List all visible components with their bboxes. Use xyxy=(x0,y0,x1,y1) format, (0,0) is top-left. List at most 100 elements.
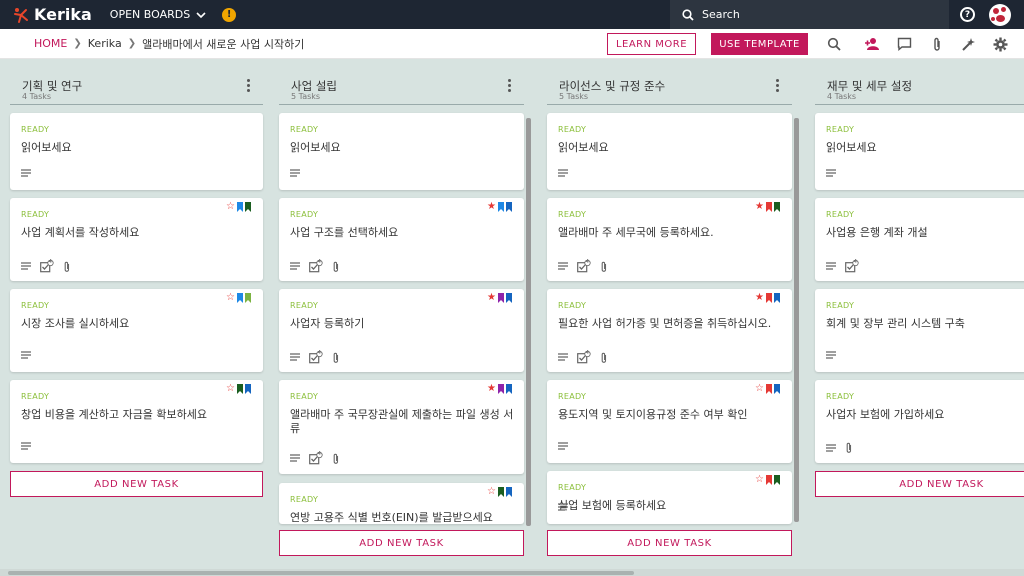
more-vertical-icon[interactable] xyxy=(508,79,512,94)
breadcrumb-home[interactable]: HOME xyxy=(34,37,67,50)
tag-bookmark-icon xyxy=(237,293,243,303)
board-header: HOME ❯ Kerika ❯ 앨라배마에서 새로운 사업 시작하기 LEARN… xyxy=(0,29,1024,59)
column-scrollbar[interactable] xyxy=(794,118,799,522)
star-outline-icon[interactable]: ☆ xyxy=(755,384,764,394)
task-card[interactable]: READY 용도지역 및 토지이용규정 준수 여부 확인 ☆ xyxy=(547,380,792,463)
open-boards-menu[interactable]: OPEN BOARDS xyxy=(110,8,206,21)
card-status: READY xyxy=(558,125,587,134)
task-card[interactable]: READY 사업용 은행 계좌 개설 4 xyxy=(815,198,1024,281)
column-header: 기획 및 연구 4 Tasks xyxy=(10,59,263,105)
column-scrollbar[interactable] xyxy=(526,118,531,526)
card-status: READY xyxy=(558,210,587,219)
card-title: 회계 및 장부 관리 시스템 구축 xyxy=(826,317,965,330)
learn-more-button[interactable]: LEARN MORE xyxy=(607,33,696,55)
star-outline-icon[interactable]: ☆ xyxy=(226,293,235,303)
breadcrumb: HOME ❯ Kerika ❯ 앨라배마에서 새로운 사업 시작하기 xyxy=(34,36,304,52)
card-title: 읽어보세요 xyxy=(558,141,609,154)
search-icon[interactable] xyxy=(826,36,842,52)
tag-bookmark-icon xyxy=(774,293,780,303)
task-card[interactable]: READY 사업자 등록하기 ★ 4 xyxy=(279,289,524,372)
card-indicators xyxy=(558,169,577,178)
star-filled-icon[interactable]: ★ xyxy=(487,384,496,394)
task-card[interactable]: READY 사업 계획서를 작성하세요 ☆ 4 xyxy=(10,198,263,281)
gear-icon[interactable] xyxy=(992,36,1008,52)
add-new-task-button[interactable]: ADD NEW TASK xyxy=(279,530,524,556)
task-card[interactable]: READY 읽어보세요 xyxy=(547,113,792,190)
star-outline-icon[interactable]: ☆ xyxy=(226,202,235,212)
card-indicators: 4 xyxy=(290,259,349,273)
task-card[interactable]: READY 시장 조사를 실시하세요 ☆ xyxy=(10,289,263,372)
help-icon[interactable]: ? xyxy=(960,7,975,22)
attachment-icon xyxy=(332,261,340,273)
add-new-task-button[interactable]: ADD NEW TASK xyxy=(10,471,263,497)
task-card[interactable]: READY 사업 구조를 선택하세요 ★ 4 xyxy=(279,198,524,281)
task-card[interactable]: READY 회계 및 장부 관리 시스템 구축 xyxy=(815,289,1024,372)
task-card[interactable]: READY 읽어보세요 xyxy=(815,113,1024,190)
task-card[interactable]: READY 읽어보세요 xyxy=(10,113,263,190)
card-indicators: 4 xyxy=(290,350,349,364)
card-status: READY xyxy=(290,210,319,219)
star-filled-icon[interactable]: ★ xyxy=(755,202,764,212)
card-title: 실업 보험에 등록하세요 xyxy=(558,499,667,512)
task-card[interactable]: READY 필요한 사업 허가증 및 면허증을 취득하십시오. ★ 4 xyxy=(547,289,792,372)
search-input[interactable]: Search xyxy=(670,0,949,29)
task-card[interactable]: READY 앨라배마 주 국무장관실에 제출하는 파일 생성 서류 ★ 4 xyxy=(279,380,524,474)
task-card[interactable]: READY 읽어보세요 xyxy=(279,113,524,190)
column: 라이선스 및 규정 준수 5 Tasks xyxy=(547,59,792,105)
add-user-icon[interactable] xyxy=(864,36,880,52)
checklist-icon: 4 xyxy=(577,259,591,273)
description-icon xyxy=(558,262,568,271)
card-status: READY xyxy=(826,301,855,310)
star-filled-icon[interactable]: ★ xyxy=(487,202,496,212)
task-count: 4 Tasks xyxy=(827,92,857,101)
add-new-task-button[interactable]: ADD NEW TASK xyxy=(547,530,792,556)
attachment-icon xyxy=(600,352,608,364)
star-filled-icon[interactable]: ★ xyxy=(487,293,496,303)
card-title: 읽어보세요 xyxy=(21,141,72,154)
attachment-icon[interactable] xyxy=(929,36,945,52)
column: 재무 및 세무 설정 4 Tasks xyxy=(815,59,1024,105)
more-vertical-icon[interactable] xyxy=(776,79,780,94)
checklist-icon: 4 xyxy=(309,451,323,465)
use-template-button[interactable]: USE TEMPLATE xyxy=(711,33,808,55)
board-title: 앨라배마에서 새로운 사업 시작하기 xyxy=(142,37,305,51)
star-outline-icon[interactable]: ☆ xyxy=(487,487,496,497)
card-status: READY xyxy=(290,125,319,134)
card-status: READY xyxy=(558,301,587,310)
tag-bookmark-icon xyxy=(506,293,512,303)
add-new-task-button[interactable]: ADD NEW TASK xyxy=(815,471,1024,497)
horizontal-scrollbar-thumb[interactable] xyxy=(8,571,634,575)
star-filled-icon[interactable]: ★ xyxy=(755,293,764,303)
task-card[interactable]: READY 사업자 보험에 가입하세요 xyxy=(815,380,1024,463)
search-icon xyxy=(682,8,694,21)
star-outline-icon[interactable]: ☆ xyxy=(226,384,235,394)
card-indicators: 4 xyxy=(826,259,868,273)
checklist-icon: 4 xyxy=(845,259,859,273)
checklist-count: 4 xyxy=(585,350,589,356)
avatar[interactable] xyxy=(989,4,1011,26)
card-title: 시장 조사를 실시하세요 xyxy=(21,317,130,330)
card-status: READY xyxy=(21,210,50,219)
task-card[interactable]: READY 실업 보험에 등록하세요 ☆ xyxy=(547,471,792,524)
task-card[interactable]: READY 앨라배마 주 세무국에 등록하세요. ★ 4 xyxy=(547,198,792,281)
alert-icon[interactable]: ! xyxy=(222,7,237,22)
card-status: READY xyxy=(290,392,319,401)
card-flags: ★ xyxy=(753,293,780,303)
column-header: 라이선스 및 규정 준수 5 Tasks xyxy=(547,59,792,105)
breadcrumb-workspace[interactable]: Kerika xyxy=(88,37,122,50)
kerika-logo[interactable]: Kerika xyxy=(12,5,92,24)
card-title: 앨라배마 주 국무장관실에 제출하는 파일 생성 서류 xyxy=(290,408,514,435)
star-outline-icon[interactable]: ☆ xyxy=(755,475,764,485)
card-title: 읽어보세요 xyxy=(290,141,341,154)
task-card[interactable]: READY 연방 고용주 식별 번호(EIN)를 발급받으세요 ☆ xyxy=(279,483,524,524)
tag-bookmark-icon xyxy=(766,475,772,485)
more-vertical-icon[interactable] xyxy=(247,79,251,94)
card-flags: ★ xyxy=(753,202,780,212)
description-icon xyxy=(21,169,31,178)
task-card[interactable]: READY 창업 비용을 계산하고 자금을 확보하세요 ☆ xyxy=(10,380,263,463)
tag-bookmark-icon xyxy=(766,384,772,394)
magic-wand-icon[interactable] xyxy=(960,36,976,52)
column: 기획 및 연구 4 Tasks xyxy=(10,59,263,105)
chat-icon[interactable] xyxy=(896,36,912,52)
description-icon xyxy=(826,351,836,360)
